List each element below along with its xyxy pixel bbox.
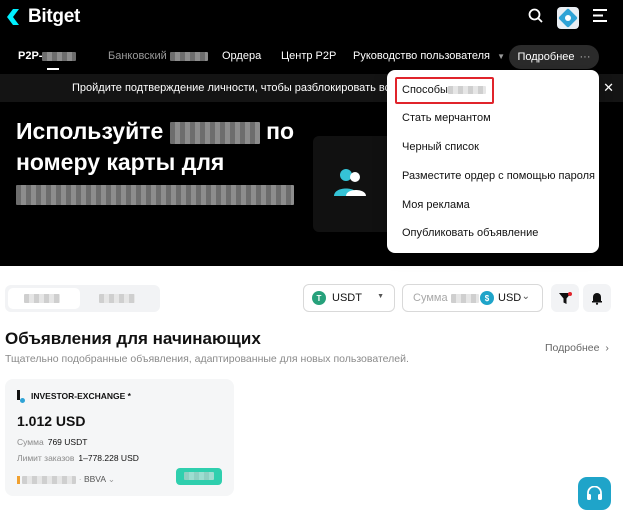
blurred-text	[169, 121, 260, 144]
ad-amount-label: Сумма	[17, 437, 44, 447]
ad-limit: Лимит заказов 1–778.228 USD	[17, 453, 139, 463]
bell-icon	[592, 293, 602, 305]
verified-dot-icon	[20, 398, 25, 403]
ad-limit-label: Лимит заказов	[17, 453, 75, 463]
blurred-text	[16, 184, 294, 205]
nav-item-p2p[interactable]: P2P-	[18, 50, 77, 62]
menu-item-post-ad[interactable]: Опубликовать объявление	[402, 227, 538, 239]
hero-title-part: Используйте	[16, 118, 164, 144]
menu-item-my-ads[interactable]: Моя реклама	[402, 199, 470, 211]
ad-payment: · BBVA ⌄	[17, 474, 115, 485]
coin-select-value: USDT	[332, 292, 362, 304]
avatar[interactable]	[557, 7, 579, 29]
ad-card[interactable]: INVESTOR-EXCHANGE * 1.012 USD Сумма 769 U…	[5, 379, 234, 496]
separator-dot: ·	[78, 474, 82, 484]
buy-button[interactable]	[176, 468, 222, 485]
blurred-text	[451, 294, 479, 303]
ad-price: 1.012 USD	[17, 413, 86, 429]
top-header: Bitget	[0, 0, 623, 38]
blurred-text	[24, 294, 60, 303]
menu-item-become-merchant[interactable]: Стать мерчантом	[402, 112, 491, 124]
menu-icon[interactable]	[593, 9, 607, 27]
section-subtitle: Тщательно подобранные объявления, адапти…	[5, 353, 409, 365]
bitget-logo-icon	[6, 8, 24, 26]
blurred-text	[42, 51, 77, 61]
search-icon[interactable]	[528, 8, 543, 28]
payment-marker-icon	[17, 475, 20, 484]
support-button[interactable]	[578, 477, 611, 510]
notification-button[interactable]	[583, 284, 611, 312]
blurred-text	[99, 294, 135, 303]
more-dropdown-menu: Способы Стать мерчантом Черный список Ра…	[387, 70, 599, 253]
nav-item-p2p-label: P2P-	[18, 50, 43, 62]
ellipsis-icon: ···	[579, 51, 591, 63]
ad-limit-value: 1–778.228 USD	[78, 453, 139, 463]
chevron-down-icon: ▼	[497, 52, 505, 61]
amount-placeholder: Сумма	[413, 292, 448, 304]
close-icon[interactable]: ✕	[603, 80, 614, 96]
buy-sell-tabs	[5, 285, 160, 312]
chevron-down-icon: ⌄	[107, 474, 116, 484]
section-title: Объявления для начинающих	[5, 329, 261, 348]
chevron-down-icon: ▼	[377, 293, 384, 300]
filter-button[interactable]	[551, 284, 579, 312]
more-link[interactable]: Подробнее ›	[545, 342, 609, 354]
menu-item-payment-methods[interactable]: Способы	[402, 84, 486, 96]
nav-item-bank[interactable]: Банковский	[108, 50, 208, 62]
nav-item-orders[interactable]: Ордера	[222, 50, 261, 62]
headset-icon	[587, 485, 602, 500]
logo-text: Bitget	[28, 6, 81, 27]
coin-select[interactable]: T USDT ▼	[303, 284, 395, 312]
ad-amount-value: 769 USDT	[47, 437, 88, 447]
nav-active-indicator	[47, 68, 59, 70]
merchant-name[interactable]: INVESTOR-EXCHANGE *	[31, 391, 131, 401]
chevron-right-icon: ›	[605, 342, 609, 354]
menu-item-label: Способы	[402, 84, 448, 96]
hero-title: Используйте по номеру карты для	[16, 116, 316, 209]
blurred-text	[169, 51, 208, 61]
more-link-label: Подробнее	[545, 342, 600, 354]
tab-buy[interactable]	[8, 288, 80, 309]
menu-item-password-order[interactable]: Разместите ордер с помощью пароля	[402, 170, 595, 182]
filter-icon	[559, 291, 572, 304]
hero-title-part: номеру карты для	[16, 149, 225, 175]
more-button[interactable]: Подробнее ···	[509, 45, 599, 69]
chevron-down-icon: ⌄	[521, 291, 530, 302]
blurred-text	[22, 475, 77, 484]
menu-item-blacklist[interactable]: Черный список	[402, 141, 479, 153]
nav-item-p2p-center[interactable]: Центр P2P	[281, 50, 336, 62]
nav-item-bank-label: Банковский	[108, 50, 167, 62]
hero-title-part: по	[266, 118, 295, 144]
currency-value: USD	[498, 292, 522, 304]
bitget-logo[interactable]: Bitget	[6, 6, 80, 28]
tab-sell[interactable]	[83, 288, 155, 309]
banner-text: Пройдите подтверждение личности, чтобы р…	[72, 82, 414, 94]
usdt-coin-icon: T	[312, 291, 326, 305]
amount-input[interactable]: Сумма $ USD ⌄	[402, 284, 543, 312]
users-icon	[334, 169, 366, 196]
ad-amount: Сумма 769 USDT	[17, 437, 87, 447]
nav-item-user-guide[interactable]: Руководство пользователя ▼	[353, 50, 505, 62]
nav-item-user-guide-label: Руководство пользователя	[353, 50, 490, 62]
blurred-text	[447, 86, 486, 95]
more-button-label: Подробнее	[517, 51, 575, 63]
hero-illustration	[313, 136, 395, 232]
payment-method: BBVA	[83, 474, 106, 484]
blurred-text	[184, 472, 214, 480]
usd-coin-icon: $	[480, 291, 494, 305]
